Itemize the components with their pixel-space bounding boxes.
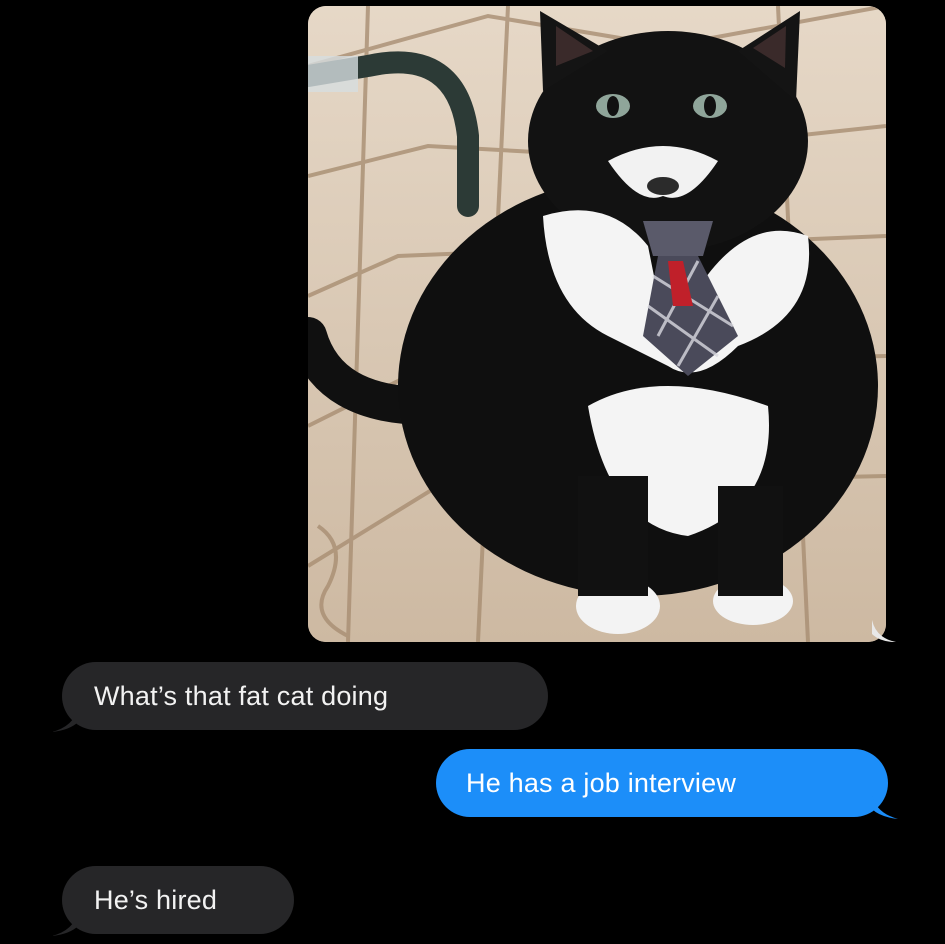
sent-message-bubble[interactable]: He has a job interview — [436, 749, 888, 817]
cat-photo — [308, 6, 886, 642]
conversation-view: What’s that fat cat doing He has a job i… — [0, 0, 945, 944]
message-text: He’s hired — [94, 885, 218, 915]
sent-bubble-tail — [872, 795, 898, 819]
message-text: He has a job interview — [466, 768, 737, 798]
received-bubble-tail — [52, 708, 78, 732]
received-bubble-tail — [52, 912, 78, 936]
received-message-bubble[interactable]: He’s hired — [62, 866, 294, 934]
message-text: What’s that fat cat doing — [94, 681, 389, 711]
image-message-cat-photo[interactable] — [308, 6, 886, 642]
received-message-bubble[interactable]: What’s that fat cat doing — [62, 662, 548, 730]
image-bubble-tail — [872, 620, 896, 642]
